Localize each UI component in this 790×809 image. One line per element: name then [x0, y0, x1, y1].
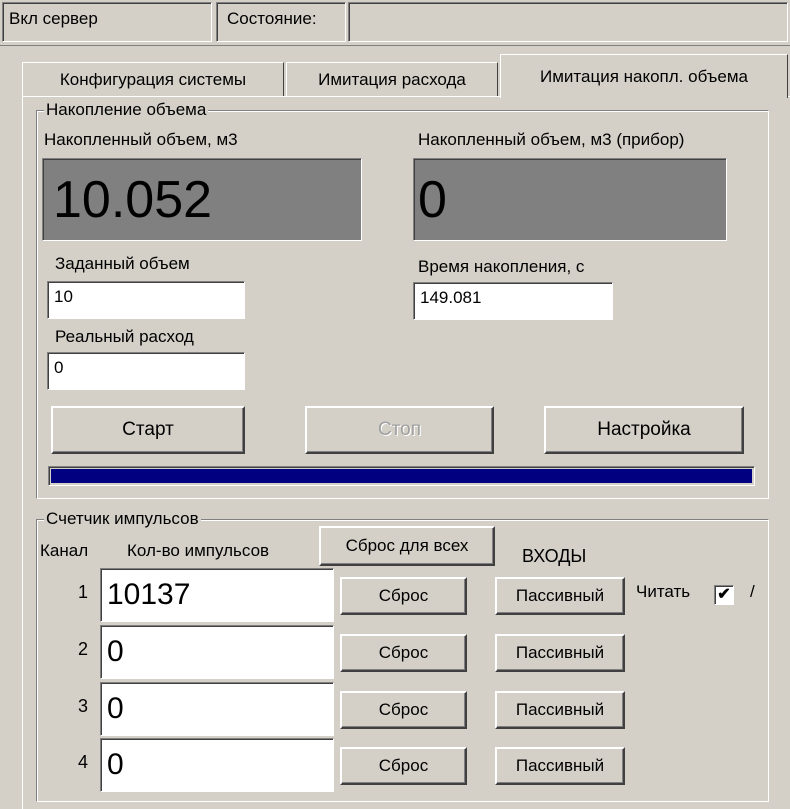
tab-label: Имитация расхода — [318, 69, 466, 89]
input-mode-label: Пассивный — [515, 586, 605, 605]
volume-group-title: Накопление объема — [44, 100, 209, 119]
progress-fill — [51, 469, 752, 483]
pulse-count-field[interactable]: 0 — [100, 625, 334, 679]
read-checkbox[interactable]: ✔ — [714, 585, 734, 605]
input-mode-button[interactable]: Пассивный — [495, 634, 625, 672]
reset-channel-label: Сброс — [378, 586, 429, 605]
tab-flow-simulation[interactable]: Имитация расхода — [286, 62, 498, 96]
start-button[interactable]: Старт — [51, 406, 245, 454]
accumulated-volume-value: 10.052 — [53, 171, 213, 229]
reset-channel-label: Сброс — [378, 643, 429, 662]
accumulation-time-value: 149.081 — [420, 288, 482, 307]
channel-number: 2 — [78, 639, 89, 659]
reset-channel-button[interactable]: Сброс — [340, 691, 467, 729]
read-label: Читать — [636, 582, 691, 601]
device-volume-label: Накопленный объем, м3 (прибор) — [418, 130, 685, 149]
input-mode-label: Пассивный — [515, 643, 605, 662]
input-mode-button[interactable]: Пассивный — [495, 747, 625, 785]
tab-label: Конфигурация системы — [59, 69, 247, 89]
device-volume-display: 0 — [413, 158, 727, 241]
input-mode-label: Пассивный — [515, 700, 605, 719]
channel-number: 3 — [78, 696, 89, 716]
channel-number: 4 — [78, 752, 89, 772]
device-volume-value: 0 — [418, 171, 447, 229]
real-flow-value: 0 — [54, 358, 64, 377]
stop-button[interactable]: Стоп — [305, 406, 494, 454]
state-label: Состояние: — [227, 9, 317, 28]
pulse-count-value: 0 — [107, 635, 124, 668]
accumulated-volume-display: 10.052 — [42, 158, 362, 241]
input-mode-button[interactable]: Пассивный — [495, 577, 625, 615]
pulse-group-title: Счетчик импульсов — [44, 509, 201, 528]
real-flow-label: Реальный расход — [55, 327, 194, 346]
tab-volume-simulation[interactable]: Имитация накопл. объема — [500, 54, 788, 98]
stop-button-label: Стоп — [377, 419, 422, 440]
tab-system-config[interactable]: Конфигурация системы — [22, 62, 284, 96]
pulse-count-value: 10137 — [107, 578, 191, 611]
server-status-panel: Вкл сервер — [2, 2, 212, 42]
pulse-count-field[interactable]: 10137 — [100, 568, 334, 622]
server-status-label: Вкл сервер — [9, 9, 98, 28]
tab-label: Имитация накопл. объема — [540, 66, 748, 86]
settings-button-label: Настройка — [597, 419, 691, 440]
state-label-panel: Состояние: — [216, 2, 346, 42]
channel-number: 1 — [78, 582, 89, 602]
real-flow-input[interactable]: 0 — [47, 352, 245, 390]
read-suffix: / — [750, 582, 755, 601]
reset-all-button[interactable]: Сброс для всех — [319, 526, 495, 566]
reset-channel-button[interactable]: Сброс — [340, 747, 467, 785]
pulse-count-field[interactable]: 0 — [100, 682, 334, 736]
pulse-count-value: 0 — [107, 748, 124, 781]
pulse-count-header: Кол-во импульсов — [127, 541, 270, 560]
volume-progress-bar — [48, 466, 755, 486]
status-bar: Вкл сервер Состояние: — [0, 0, 790, 46]
reset-channel-button[interactable]: Сброс — [340, 634, 467, 672]
target-volume-value: 10 — [54, 287, 73, 306]
start-button-label: Старт — [122, 419, 174, 440]
accumulation-time-label: Время накопления, с — [418, 257, 585, 276]
check-icon: ✔ — [717, 586, 731, 603]
input-mode-label: Пассивный — [515, 756, 605, 775]
input-mode-button[interactable]: Пассивный — [495, 691, 625, 729]
accumulated-volume-label: Накопленный объем, м3 — [44, 130, 238, 149]
target-volume-input[interactable]: 10 — [47, 281, 245, 319]
state-value-panel — [348, 2, 788, 42]
settings-button[interactable]: Настройка — [544, 406, 744, 454]
pulse-count-field[interactable]: 0 — [100, 738, 334, 792]
target-volume-label: Заданный объем — [55, 254, 190, 273]
inputs-header: ВХОДЫ — [522, 546, 587, 566]
reset-channel-label: Сброс — [378, 756, 429, 775]
reset-all-label: Сброс для всех — [345, 536, 469, 555]
accumulation-time-input[interactable]: 149.081 — [413, 282, 613, 320]
reset-channel-button[interactable]: Сброс — [340, 577, 467, 615]
pulse-count-value: 0 — [107, 692, 124, 725]
channel-header: Канал — [40, 541, 89, 560]
reset-channel-label: Сброс — [378, 700, 429, 719]
